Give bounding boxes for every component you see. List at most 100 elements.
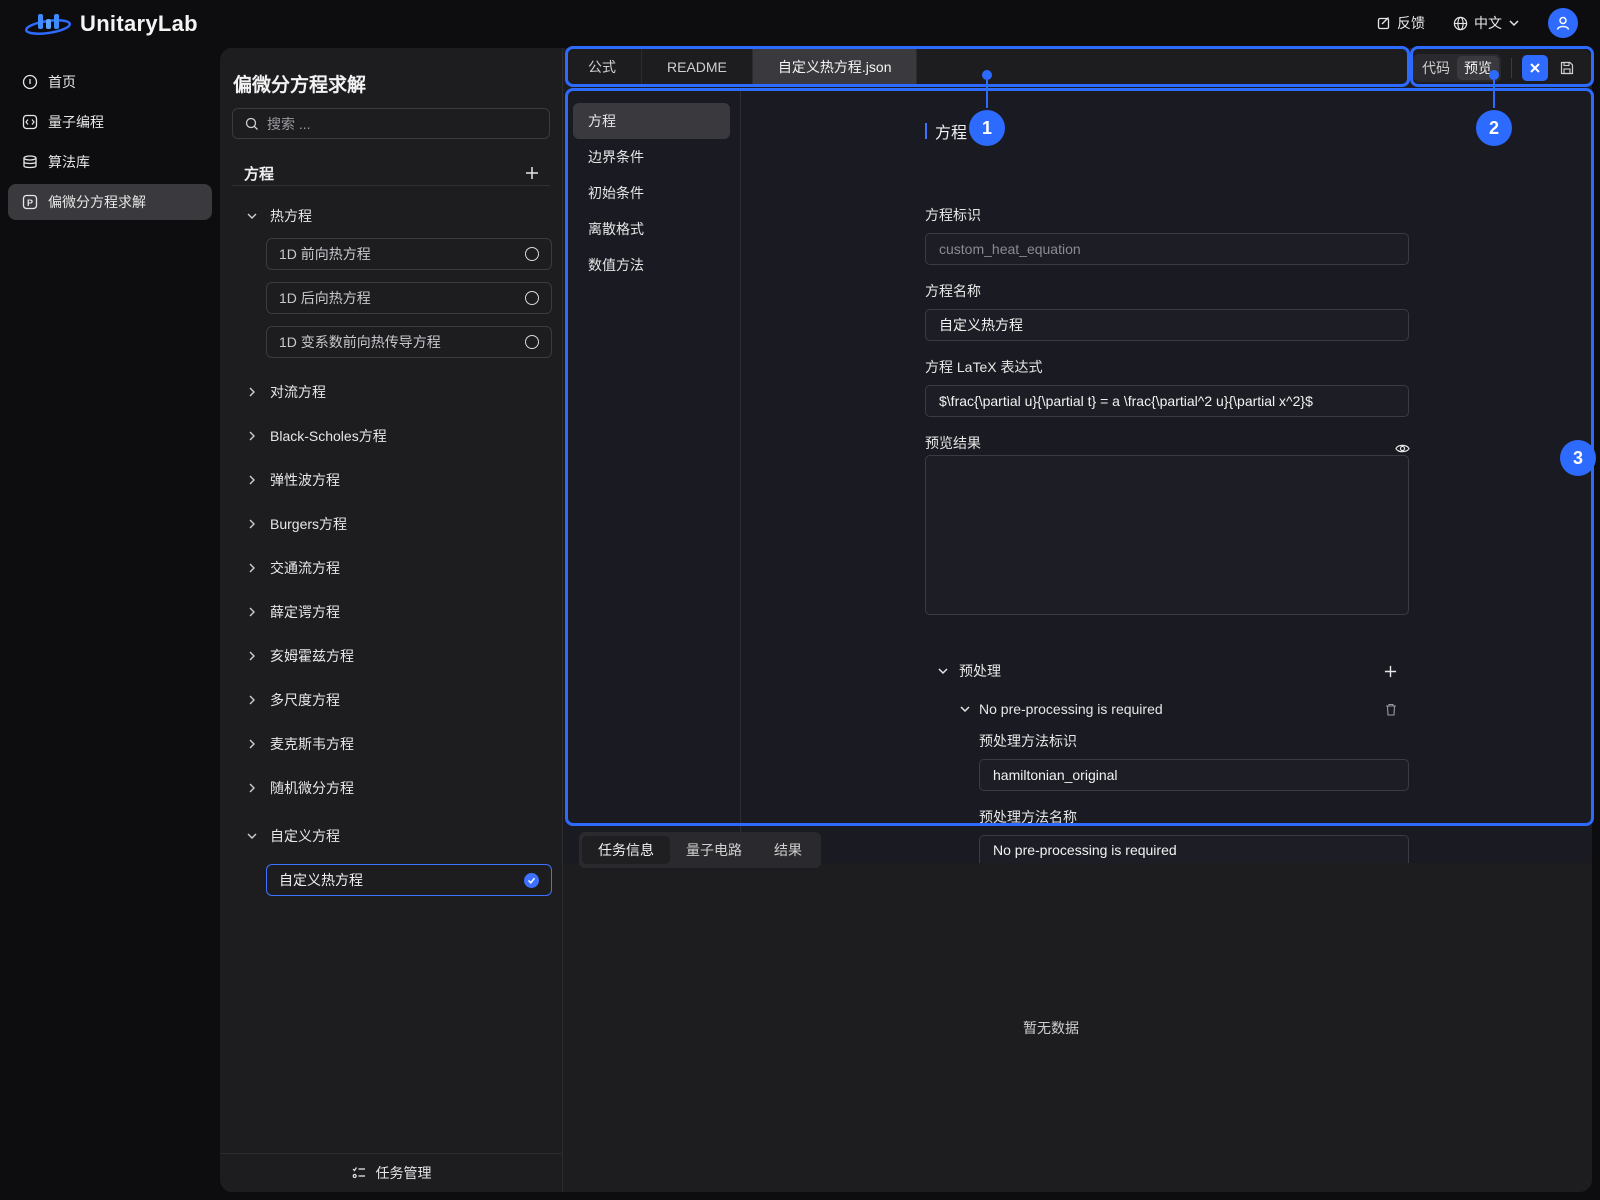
app-name: UnitaryLab: [80, 11, 198, 36]
top-bar: UnitaryLab 反馈 中文: [0, 0, 1600, 48]
group-label: 薛定谔方程: [270, 604, 340, 620]
task-list-icon: [352, 1167, 365, 1179]
chevron-down-icon: [247, 833, 257, 839]
equation-item-label: 自定义热方程: [279, 872, 363, 888]
chevron-down-icon: [1509, 20, 1519, 27]
annotation-badge-3: 3: [1560, 440, 1596, 476]
nav-item-label: 偏微分方程求解: [48, 194, 146, 210]
bottom-tabs: 任务信息 量子电路 结果: [579, 832, 821, 868]
chevron-right-icon: [249, 519, 255, 529]
group-schrodinger[interactable]: 薛定谔方程: [238, 590, 552, 634]
equation-item[interactable]: 1D 变系数前向热传导方程: [266, 326, 552, 358]
chevron-right-icon: [249, 739, 255, 749]
equation-tree: 热方程 1D 前向热方程 1D 后向热方程 1D 变系数前向热传导方程 对流方程…: [238, 194, 552, 908]
radio-icon[interactable]: [525, 291, 539, 305]
radio-icon[interactable]: [525, 335, 539, 349]
chevron-right-icon: [249, 783, 255, 793]
group-label: 弹性波方程: [270, 472, 340, 488]
chevron-right-icon: [249, 431, 255, 441]
group-label: Burgers方程: [270, 516, 348, 532]
language-selector[interactable]: 中文: [1453, 13, 1520, 33]
user-icon: [1556, 16, 1570, 30]
search-input[interactable]: 搜索 ...: [232, 108, 550, 139]
app-logo[interactable]: UnitaryLab: [24, 10, 198, 38]
feedback-button[interactable]: 反馈: [1377, 13, 1425, 33]
group-label: 亥姆霍兹方程: [270, 648, 354, 664]
user-avatar[interactable]: [1548, 8, 1578, 38]
task-manager-button[interactable]: 任务管理: [220, 1153, 563, 1192]
home-icon: [22, 74, 38, 90]
search-placeholder: 搜索 ...: [267, 115, 311, 132]
group-traffic-flow[interactable]: 交通流方程: [238, 546, 552, 590]
chevron-right-icon: [249, 695, 255, 705]
section-title: 方程: [244, 165, 275, 183]
group-helmholtz[interactable]: 亥姆霍兹方程: [238, 634, 552, 678]
group-elastic-wave[interactable]: 弹性波方程: [238, 458, 552, 502]
nav-item-label: 首页: [48, 74, 76, 90]
method-name-input[interactable]: No pre-processing is required: [979, 835, 1409, 863]
chevron-right-icon: [249, 607, 255, 617]
annotation-box-editor: [565, 88, 1594, 826]
nav-item-pde-solver[interactable]: P 偏微分方程求解: [8, 184, 212, 220]
check-circle-icon[interactable]: [524, 872, 539, 888]
edit-icon: [1377, 17, 1390, 30]
nav-item-label: 算法库: [48, 154, 90, 170]
section-divider: [232, 185, 550, 186]
group-label: 多尺度方程: [270, 692, 340, 708]
group-maxwell[interactable]: 麦克斯韦方程: [238, 722, 552, 766]
annotation-pin-line: [986, 80, 988, 108]
group-label: 交通流方程: [270, 560, 340, 576]
group-multiscale[interactable]: 多尺度方程: [238, 678, 552, 722]
chevron-right-icon: [249, 387, 255, 397]
annotation-box-actions: [1410, 46, 1594, 87]
feedback-label: 反馈: [1397, 15, 1425, 31]
task-manager-label: 任务管理: [375, 1165, 432, 1181]
equation-section-header: 方程: [244, 158, 539, 188]
group-label: 对流方程: [270, 384, 326, 400]
group-custom-equation[interactable]: 自定义方程: [238, 814, 552, 858]
equation-panel: 偏微分方程求解 搜索 ... 方程 热方程 1D 前向热方程 1D 后向热方程 …: [220, 48, 563, 1192]
annotation-pin-line: [1493, 80, 1495, 108]
library-icon: [22, 154, 38, 170]
search-icon: [245, 117, 258, 130]
panel-title: 偏微分方程求解: [233, 75, 367, 96]
group-label: Black-Scholes方程: [270, 428, 387, 444]
empty-state-text: 暂无数据: [1023, 1020, 1079, 1036]
annotation-badge-2: 2: [1476, 110, 1512, 146]
tab-quantum-circuit[interactable]: 量子电路: [670, 836, 758, 864]
group-advection-equation[interactable]: 对流方程: [238, 370, 552, 414]
unitarylab-logo-icon: [24, 10, 72, 38]
pde-icon: P: [22, 194, 38, 210]
left-nav: 首页 量子编程 算法库 P 偏微分方程求解: [8, 64, 212, 224]
group-label: 自定义方程: [270, 828, 340, 844]
nav-item-quantum-programming[interactable]: 量子编程: [8, 104, 212, 140]
group-label: 麦克斯韦方程: [270, 736, 354, 752]
nav-item-algorithm-library[interactable]: 算法库: [8, 144, 212, 180]
radio-icon[interactable]: [525, 247, 539, 261]
add-equation-icon[interactable]: [525, 166, 539, 180]
group-stochastic[interactable]: 随机微分方程: [238, 766, 552, 810]
language-label: 中文: [1474, 15, 1502, 31]
nav-item-home[interactable]: 首页: [8, 64, 212, 100]
equation-item[interactable]: 1D 前向热方程: [266, 238, 552, 270]
globe-icon: [1453, 16, 1468, 30]
tab-results[interactable]: 结果: [758, 836, 818, 864]
chevron-down-icon: [247, 213, 257, 219]
tab-task-info[interactable]: 任务信息: [582, 836, 670, 864]
group-label: 随机微分方程: [270, 780, 354, 796]
svg-text:P: P: [27, 198, 33, 208]
equation-item-label: 1D 后向热方程: [279, 290, 371, 306]
equation-item-selected[interactable]: 自定义热方程: [266, 864, 552, 896]
chevron-right-icon: [249, 651, 255, 661]
group-heat-equation[interactable]: 热方程: [238, 194, 552, 238]
equation-item-label: 1D 变系数前向热传导方程: [279, 334, 441, 350]
annotation-badge-1: 1: [969, 110, 1005, 146]
code-icon: [22, 114, 38, 130]
nav-item-label: 量子编程: [48, 114, 104, 130]
group-burgers[interactable]: Burgers方程: [238, 502, 552, 546]
annotation-pin-dot: [1489, 70, 1499, 80]
equation-item[interactable]: 1D 后向热方程: [266, 282, 552, 314]
chevron-right-icon: [249, 563, 255, 573]
group-black-scholes[interactable]: Black-Scholes方程: [238, 414, 552, 458]
equation-item-label: 1D 前向热方程: [279, 246, 371, 262]
